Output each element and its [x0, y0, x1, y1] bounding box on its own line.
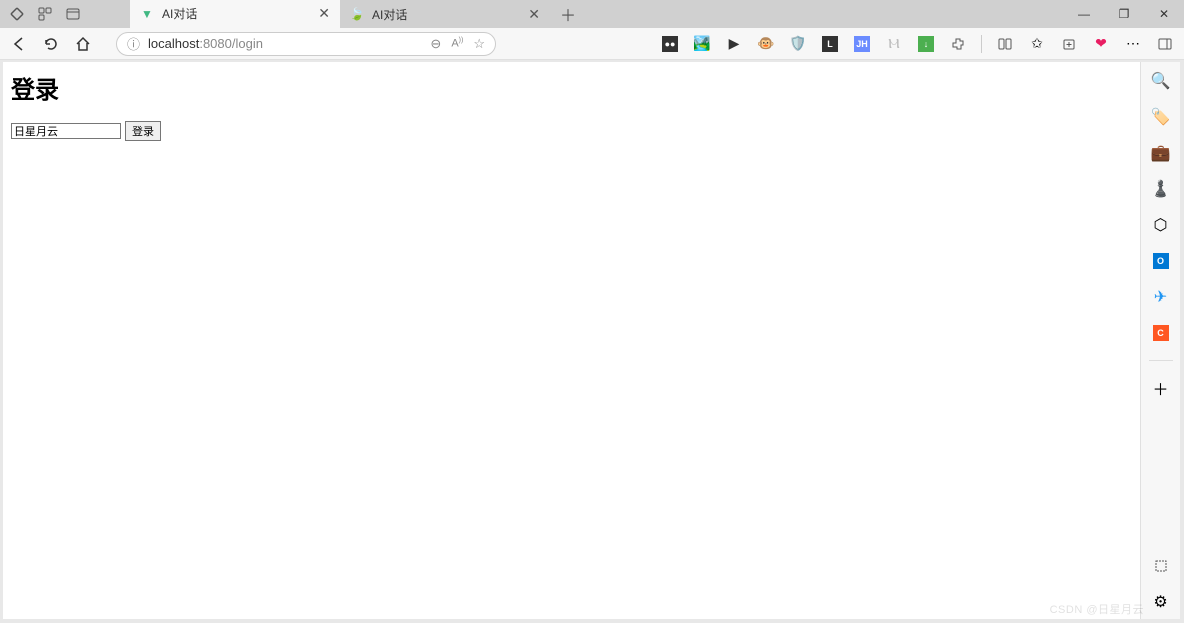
- site-info-icon[interactable]: ⓘ: [127, 34, 140, 53]
- ext-icon-4[interactable]: 🐵: [757, 35, 775, 53]
- refresh-button[interactable]: [42, 35, 60, 53]
- shopping-icon[interactable]: 🏷️: [1152, 108, 1170, 126]
- username-input[interactable]: [11, 123, 121, 139]
- divider: [1149, 360, 1173, 361]
- favorite-icon[interactable]: ☆: [473, 36, 485, 52]
- extensions-menu-icon[interactable]: [949, 35, 967, 53]
- url-port: :8080: [199, 36, 232, 51]
- c-icon[interactable]: C: [1152, 324, 1170, 342]
- addressbar-right: ⊖ A)) ☆: [430, 36, 485, 52]
- tab-title: AI对话: [372, 6, 407, 23]
- ext-icon-6[interactable]: L: [821, 35, 839, 53]
- watermark: CSDN @日星月云: [1050, 601, 1144, 617]
- viewport: 登录 登录: [3, 62, 1140, 619]
- titlebar: ▼ AI对话 ✕ 🍃 AI对话 ✕ ＋ — ❐ ✕: [0, 0, 1184, 28]
- office-icon[interactable]: ⬡: [1152, 216, 1170, 234]
- screenshot-icon[interactable]: [1152, 557, 1170, 575]
- extension-icons: ●● 🏞️ ▶ 🐵 🛡️ L JH Ⲙ ↓ ✩ ❤ ⋯: [661, 35, 1174, 53]
- ext-icon-9[interactable]: ↓: [917, 35, 935, 53]
- nav-icons: [10, 35, 92, 53]
- divider: [981, 35, 982, 53]
- health-icon[interactable]: ❤: [1092, 35, 1110, 53]
- tab-2[interactable]: 🍃 AI对话 ✕: [340, 0, 550, 28]
- tabs: ▼ AI对话 ✕ 🍃 AI对话 ✕ ＋: [130, 0, 582, 28]
- window-controls: — ❐ ✕: [1064, 0, 1184, 28]
- close-button[interactable]: ✕: [1144, 0, 1184, 28]
- tab-title: AI对话: [162, 5, 197, 22]
- tab-actions-icon[interactable]: [64, 5, 82, 23]
- send-icon[interactable]: ✈: [1152, 288, 1170, 306]
- url-text: localhost:8080/login: [148, 36, 422, 51]
- tools-icon[interactable]: 💼: [1152, 144, 1170, 162]
- toolbar: ⓘ localhost:8080/login ⊖ A)) ☆ ●● 🏞️ ▶ 🐵…: [0, 28, 1184, 60]
- leaf-icon: 🍃: [350, 7, 364, 21]
- games-icon[interactable]: ♟️: [1152, 180, 1170, 198]
- settings-icon[interactable]: ⚙: [1152, 593, 1170, 611]
- ext-icon-1[interactable]: ●●: [661, 35, 679, 53]
- workspaces-icon[interactable]: [36, 5, 54, 23]
- page-title: 登录: [11, 70, 1132, 105]
- read-aloud-icon[interactable]: A)): [451, 37, 463, 50]
- more-icon[interactable]: ⋯: [1124, 35, 1142, 53]
- vue-icon: ▼: [140, 7, 154, 21]
- ext-icon-5[interactable]: 🛡️: [789, 35, 807, 53]
- ext-icon-8[interactable]: Ⲙ: [885, 35, 903, 53]
- close-icon[interactable]: ✕: [528, 6, 540, 23]
- url-host: localhost: [148, 36, 199, 51]
- search-icon[interactable]: 🔍: [1152, 72, 1170, 90]
- back-button[interactable]: [10, 35, 28, 53]
- tab-1[interactable]: ▼ AI对话 ✕: [130, 0, 340, 28]
- right-sidebar: 🔍 🏷️ 💼 ♟️ ⬡ O ✈ C ＋ ⚙: [1140, 62, 1180, 619]
- favorites-icon[interactable]: ✩: [1028, 35, 1046, 53]
- titlebar-left: [0, 5, 130, 23]
- ext-icon-3[interactable]: ▶: [725, 35, 743, 53]
- outlook-icon[interactable]: O: [1152, 252, 1170, 270]
- main-wrap: 登录 登录 🔍 🏷️ 💼 ♟️ ⬡ O ✈ C ＋ ⚙: [0, 60, 1184, 623]
- zoom-icon[interactable]: ⊖: [430, 36, 441, 52]
- ext-icon-7[interactable]: JH: [853, 35, 871, 53]
- login-form: 登录: [11, 121, 1132, 141]
- minimize-button[interactable]: —: [1064, 0, 1104, 28]
- split-screen-icon[interactable]: [996, 35, 1014, 53]
- maximize-button[interactable]: ❐: [1104, 0, 1144, 28]
- ext-icon-2[interactable]: 🏞️: [693, 35, 711, 53]
- url-path: /login: [232, 36, 263, 51]
- address-bar[interactable]: ⓘ localhost:8080/login ⊖ A)) ☆: [116, 32, 496, 56]
- add-icon[interactable]: ＋: [1152, 379, 1170, 397]
- close-icon[interactable]: ✕: [318, 5, 330, 22]
- page-content: 登录 登录: [3, 62, 1140, 149]
- sidebar-toggle-icon[interactable]: [1156, 35, 1174, 53]
- app-icon[interactable]: [8, 5, 26, 23]
- home-button[interactable]: [74, 35, 92, 53]
- login-button[interactable]: 登录: [125, 121, 161, 141]
- new-tab-button[interactable]: ＋: [554, 0, 582, 28]
- collections-icon[interactable]: [1060, 35, 1078, 53]
